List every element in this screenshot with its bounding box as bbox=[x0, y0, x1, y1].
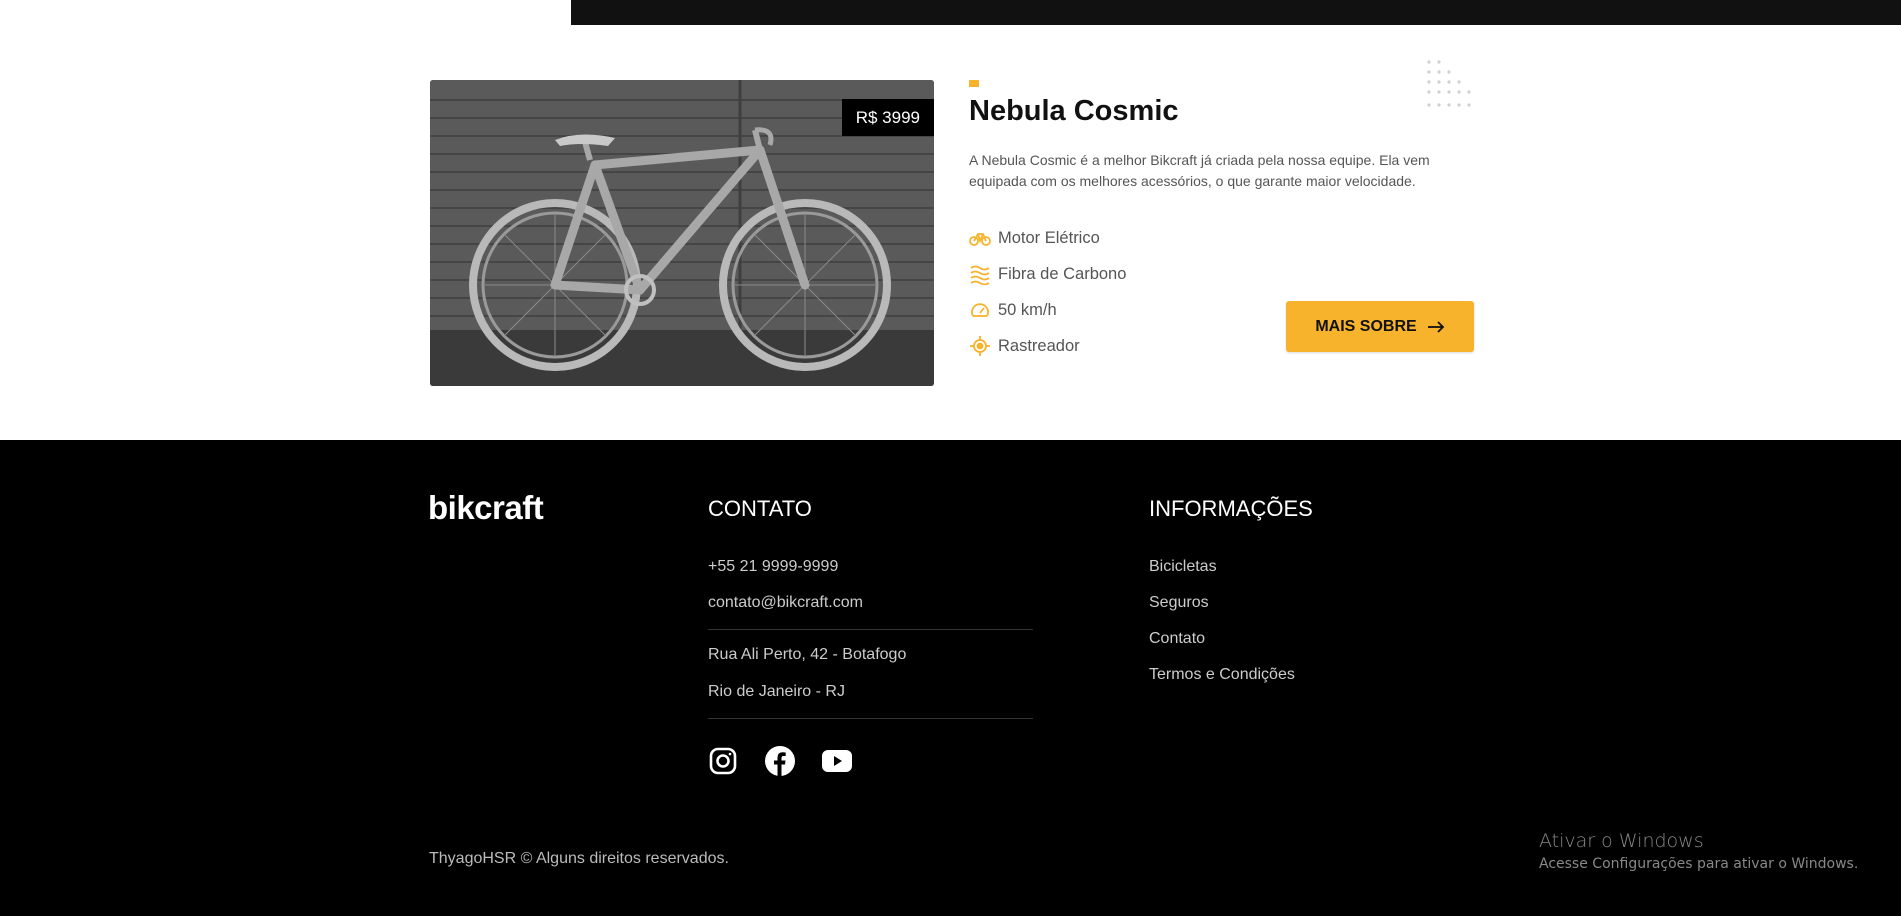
feature-label: Motor Elétrico bbox=[998, 228, 1100, 247]
carbon-fiber-icon bbox=[969, 263, 991, 285]
info-title: INFORMAÇÕES bbox=[1149, 496, 1313, 521]
accent-square bbox=[969, 80, 979, 87]
price-tag: R$ 3999 bbox=[841, 99, 934, 136]
product-section: R$ 3999 Nebula Cosmic A Nebula Cosmic é … bbox=[430, 60, 1474, 386]
speedometer-icon bbox=[969, 299, 991, 321]
youtube-icon[interactable] bbox=[822, 746, 852, 776]
more-about-button[interactable]: MAIS SOBRE bbox=[1286, 301, 1474, 352]
tracker-icon bbox=[969, 335, 991, 357]
footer-link-seguros[interactable]: Seguros bbox=[1149, 594, 1209, 612]
contact-phone: +55 21 9999-9999 bbox=[708, 558, 839, 575]
contact-title: CONTATO bbox=[708, 496, 812, 521]
instagram-icon[interactable] bbox=[708, 746, 738, 776]
product-info: Nebula Cosmic A Nebula Cosmic é a melhor… bbox=[969, 60, 1474, 386]
feature-item: 50 km/h bbox=[969, 292, 1126, 328]
electric-bike-icon bbox=[969, 227, 991, 249]
feature-item: Rastreador bbox=[969, 328, 1126, 364]
contact-divider bbox=[708, 629, 1033, 630]
contact-address-line2: Rio de Janeiro - RJ bbox=[708, 683, 845, 700]
feature-list: Motor Elétrico Fibra de Carbono 50 km/h … bbox=[969, 220, 1126, 364]
footer-logo[interactable]: bikcraft bbox=[428, 489, 544, 527]
site-footer: bikcraft CONTATO +55 21 9999-9999 contat… bbox=[0, 440, 1901, 916]
dot-pattern-decoration bbox=[1427, 60, 1471, 107]
copyright-text: ThyagoHSR © Alguns direitos reservados. bbox=[429, 850, 729, 867]
address-divider bbox=[708, 718, 1033, 719]
footer-link-bicicletas[interactable]: Bicicletas bbox=[1149, 558, 1217, 576]
facebook-icon[interactable] bbox=[765, 746, 795, 776]
feature-label: 50 km/h bbox=[998, 300, 1057, 319]
feature-item: Motor Elétrico bbox=[969, 220, 1126, 256]
contact-email: contato@bikcraft.com bbox=[708, 594, 863, 611]
windows-activation-message: Acesse Configurações para ativar o Windo… bbox=[1539, 856, 1859, 872]
feature-item: Fibra de Carbono bbox=[969, 256, 1126, 292]
feature-label: Fibra de Carbono bbox=[998, 264, 1127, 283]
top-header-bar bbox=[571, 0, 1901, 25]
contact-address-line1: Rua Ali Perto, 42 - Botafogo bbox=[708, 646, 907, 663]
product-title: Nebula Cosmic bbox=[969, 95, 1179, 127]
feature-label: Rastreador bbox=[998, 336, 1080, 355]
product-description: A Nebula Cosmic é a melhor Bikcraft já c… bbox=[969, 152, 1430, 189]
footer-link-contato[interactable]: Contato bbox=[1149, 630, 1205, 648]
arrow-right-icon bbox=[1427, 320, 1445, 333]
windows-activation-title: Ativar o Windows bbox=[1539, 830, 1704, 852]
more-about-label: MAIS SOBRE bbox=[1315, 317, 1417, 335]
bike-photo: R$ 3999 bbox=[430, 80, 934, 386]
footer-link-termos[interactable]: Termos e Condições bbox=[1149, 666, 1295, 684]
